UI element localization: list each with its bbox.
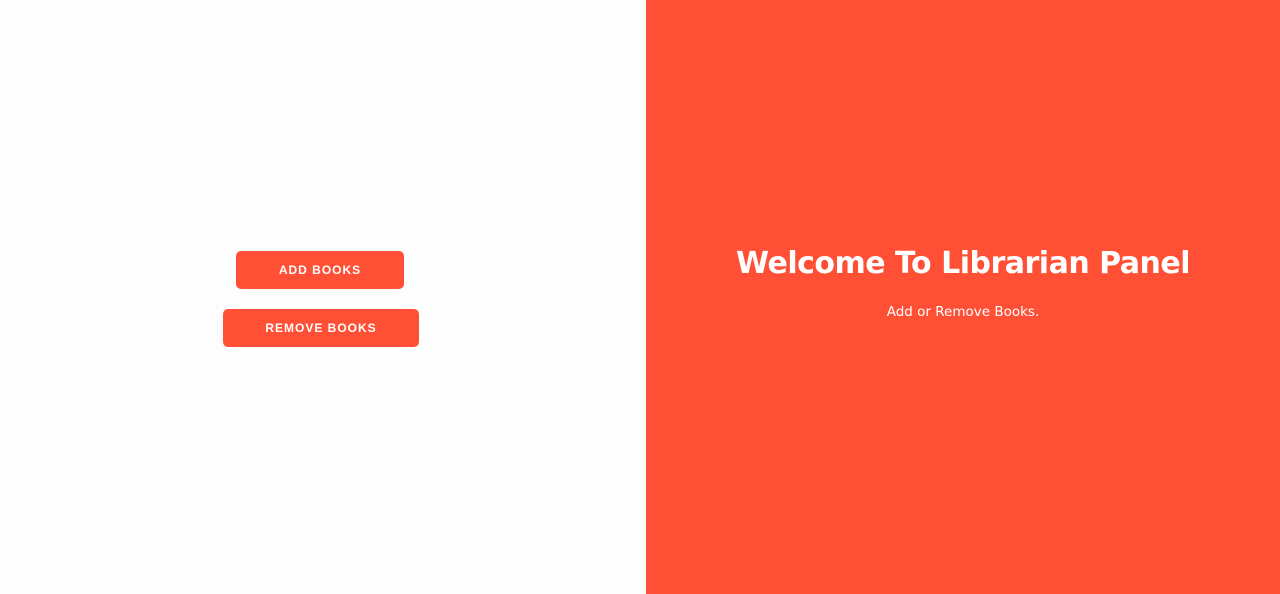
- add-books-button[interactable]: ADD BOOKS: [236, 251, 404, 289]
- remove-books-button[interactable]: REMOVE BOOKS: [223, 309, 419, 347]
- welcome-subtitle: Add or Remove Books.: [886, 304, 1040, 320]
- actions-panel: ADD BOOKS REMOVE BOOKS: [0, 0, 646, 594]
- librarian-panel-page: ADD BOOKS REMOVE BOOKS Welcome To Librar…: [0, 0, 1280, 594]
- welcome-title: Welcome To Librarian Panel: [735, 246, 1191, 281]
- welcome-panel: Welcome To Librarian Panel Add or Remove…: [646, 0, 1280, 594]
